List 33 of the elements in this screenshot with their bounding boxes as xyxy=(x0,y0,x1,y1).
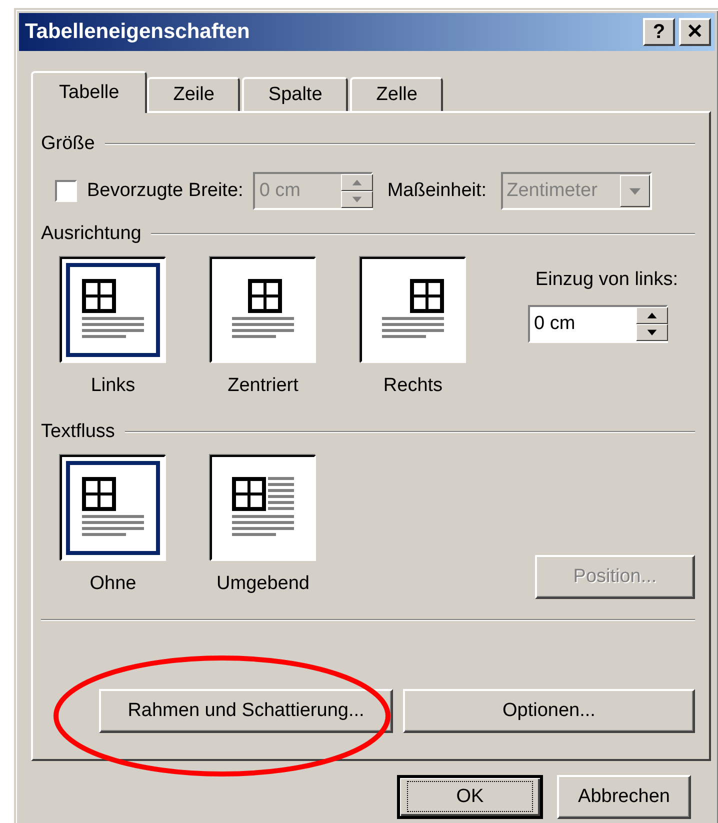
tab[interactable]: Spalte xyxy=(242,77,348,111)
borders-shading-button[interactable]: Rahmen und Schattierung... xyxy=(99,689,393,733)
ok-button[interactable]: OK xyxy=(397,775,543,819)
window-title: Tabelleneigenschaften xyxy=(25,20,251,44)
option-tile[interactable] xyxy=(210,257,316,363)
cancel-button[interactable]: Abbrechen xyxy=(557,775,691,819)
option-tile[interactable] xyxy=(360,257,466,363)
help-button[interactable]: ? xyxy=(643,18,675,46)
group-label: Ausrichtung xyxy=(41,223,142,245)
tab[interactable]: Zeile xyxy=(147,77,240,111)
checkbox-label: Bevorzugte Breite: xyxy=(87,180,244,202)
option-label: Rechts xyxy=(383,375,443,397)
field-label: Einzug von links: xyxy=(535,269,678,291)
group-label: Textfluss xyxy=(41,421,115,443)
indent-input-field[interactable]: 0 cm xyxy=(530,307,636,341)
option-label: Zentriert xyxy=(228,375,298,397)
options-button[interactable]: Optionen... xyxy=(403,689,695,733)
indent-spin-field[interactable]: 0 cm xyxy=(528,305,668,343)
spin-up-icon[interactable] xyxy=(341,174,374,191)
option-label: Links xyxy=(90,375,136,397)
option-label: Umgebend xyxy=(216,573,310,595)
spin-down-icon[interactable] xyxy=(636,324,668,341)
group-label: Größe xyxy=(41,133,95,155)
field-label: Maßeinheit: xyxy=(387,180,487,202)
spin-up-icon[interactable] xyxy=(636,307,668,324)
option-tile[interactable] xyxy=(210,455,316,561)
tab[interactable]: Zelle xyxy=(350,77,444,111)
spin-down-icon[interactable] xyxy=(341,191,374,208)
close-button[interactable]: ✕ xyxy=(679,18,711,46)
option-label: Ohne xyxy=(90,573,136,595)
option-tile[interactable] xyxy=(60,257,166,363)
option-tile[interactable] xyxy=(60,455,166,561)
tab[interactable]: Tabelle xyxy=(31,71,148,113)
